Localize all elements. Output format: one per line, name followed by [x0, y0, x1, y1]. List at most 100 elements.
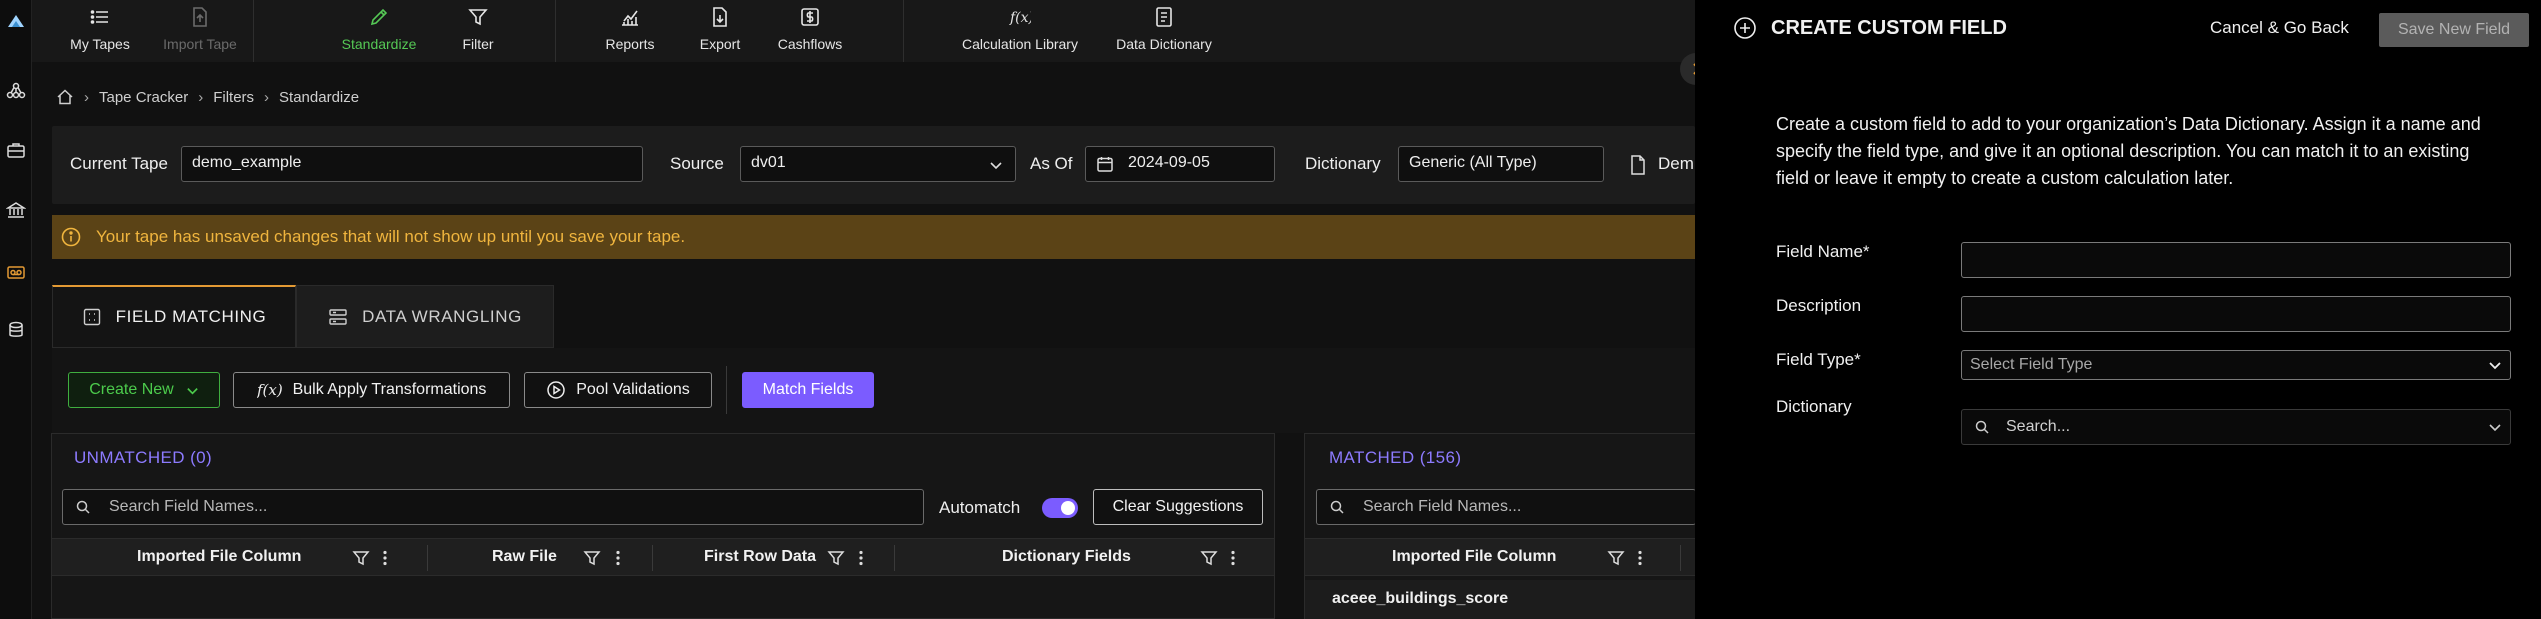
column-divider[interactable]	[894, 545, 895, 571]
import-tape-label: Import Tape	[163, 36, 237, 52]
matched-search-input[interactable]: Search Field Names...	[1316, 489, 1696, 525]
field-type-select[interactable]: Select Field Type	[1961, 350, 2511, 380]
left-rail	[0, 0, 32, 619]
breadcrumb: › Tape Cracker › Filters › Standardize	[56, 86, 359, 108]
drawer-description: Create a custom field to add to your org…	[1776, 114, 2481, 188]
column-first-row-data: First Row Data	[704, 548, 817, 565]
app-logo-icon[interactable]	[0, 6, 32, 36]
clear-suggestions-label: Clear Suggestions	[1112, 498, 1244, 515]
standardize-button[interactable]: Standardize	[324, 0, 434, 62]
filter-icon[interactable]	[1607, 549, 1625, 567]
my-tapes-label: My Tapes	[70, 36, 130, 52]
pencil-icon	[370, 8, 388, 26]
chevron-down-icon	[2489, 362, 2501, 370]
filter-icon[interactable]	[827, 549, 845, 567]
kebab-menu-icon[interactable]	[609, 549, 627, 567]
my-tapes-button[interactable]: My Tapes	[50, 0, 150, 62]
column-divider[interactable]	[1680, 545, 1681, 571]
breadcrumb-item-standardize: Standardize	[279, 88, 360, 106]
svg-text:f(x): f(x)	[1009, 10, 1031, 26]
tab-field-matching-label: FIELD MATCHING	[115, 307, 267, 326]
description-input[interactable]	[1961, 296, 2511, 332]
as-of-date-input[interactable]: 2024-09-05	[1085, 146, 1275, 182]
bulk-apply-label: Bulk Apply Transformations	[292, 381, 487, 398]
export-button[interactable]: Export	[680, 0, 760, 62]
calendar-icon	[1097, 157, 1113, 172]
tab-field-matching[interactable]: FIELD MATCHING	[52, 285, 296, 348]
plus-circle-icon	[1734, 17, 1756, 39]
data-dictionary-button[interactable]: Data Dictionary	[1104, 0, 1224, 62]
data-dictionary-label: Data Dictionary	[1116, 36, 1212, 52]
filter-icon[interactable]	[352, 549, 370, 567]
home-icon[interactable]	[56, 88, 74, 106]
bank-icon[interactable]	[0, 195, 32, 225]
database-icon[interactable]	[0, 315, 32, 345]
tab-bar: FIELD MATCHING DATA WRANGLING	[52, 285, 554, 348]
search-icon	[76, 500, 90, 514]
column-divider[interactable]	[652, 545, 653, 571]
book-icon	[1156, 7, 1172, 27]
chevron-right-icon: ›	[198, 88, 204, 106]
play-circle-icon	[547, 381, 565, 399]
tab-data-wrangling[interactable]: DATA WRANGLING	[296, 285, 554, 348]
clear-suggestions-button[interactable]: Clear Suggestions	[1093, 489, 1263, 525]
search-icon	[1975, 420, 1989, 434]
kebab-menu-icon[interactable]	[1631, 549, 1649, 567]
bulk-apply-transformations-button[interactable]: f(x) Bulk Apply Transformations	[233, 372, 510, 408]
cashflows-button[interactable]: Cashflows	[760, 0, 860, 62]
create-custom-field-drawer: CREATE CUSTOM FIELD Cancel & Go Back Sav…	[1695, 0, 2541, 619]
matched-title: MATCHED (156)	[1329, 448, 1462, 467]
rows-icon	[329, 308, 347, 325]
network-icon[interactable]	[0, 76, 32, 106]
kebab-menu-icon[interactable]	[376, 549, 394, 567]
kebab-menu-icon[interactable]	[852, 549, 870, 567]
drawer-title: CREATE CUSTOM FIELD	[1733, 16, 2007, 40]
unmatched-panel: UNMATCHED (0) Search Field Names... Auto…	[51, 433, 1275, 619]
warning-text: Your tape has unsaved changes that will …	[96, 227, 686, 246]
import-tape-button[interactable]: Import Tape	[150, 0, 250, 62]
document-icon[interactable]	[1628, 154, 1648, 176]
filter-icon[interactable]	[1200, 549, 1218, 567]
filter-button[interactable]: Filter	[438, 0, 518, 62]
file-upload-icon	[193, 7, 207, 27]
save-new-field-button[interactable]: Save New Field	[2379, 13, 2529, 47]
truncated-document-label[interactable]: Dem	[1658, 154, 1694, 174]
pool-validations-button[interactable]: Pool Validations	[524, 372, 712, 408]
dictionary-search-wrap: Search...	[1970, 418, 2070, 436]
calculation-library-button[interactable]: f(x) Calculation Library	[950, 0, 1090, 62]
actions-bar: Create New f(x) Bulk Apply Transformatio…	[52, 348, 1695, 433]
grid-icon	[83, 308, 100, 326]
drawer-title-text: CREATE CUSTOM FIELD	[1771, 16, 2007, 39]
function-icon: f(x)	[257, 381, 283, 399]
chart-icon	[622, 10, 638, 26]
briefcase-icon[interactable]	[0, 135, 32, 165]
automatch-toggle[interactable]	[1042, 498, 1078, 518]
unmatched-search-input[interactable]: Search Field Names...	[62, 489, 924, 525]
function-icon: f(x)	[1009, 10, 1031, 26]
field-name-input[interactable]	[1961, 242, 2511, 278]
field-type-placeholder: Select Field Type	[1970, 356, 2093, 373]
tape-icon[interactable]	[0, 257, 32, 287]
cashflows-label: Cashflows	[777, 36, 843, 52]
filter-icon[interactable]	[583, 549, 601, 567]
breadcrumb-item-filters[interactable]: Filters	[213, 89, 254, 106]
dictionary-search-select[interactable]: Search...	[1961, 409, 2511, 445]
dictionary-select[interactable]: Generic (All Type)	[1398, 146, 1604, 182]
chevron-right-icon: ›	[264, 88, 270, 106]
reports-button[interactable]: Reports	[590, 0, 670, 62]
breadcrumb-item-tape-cracker[interactable]: Tape Cracker	[99, 89, 188, 106]
create-new-label: Create New	[89, 381, 174, 398]
table-row[interactable]: aceee_buildings_score	[1305, 580, 1696, 619]
matched-search-placeholder: Search Field Names...	[1363, 498, 1522, 515]
column-divider[interactable]	[427, 545, 428, 571]
file-export-icon	[713, 7, 727, 27]
create-new-button[interactable]: Create New	[68, 372, 220, 408]
source-select[interactable]: dv01	[740, 146, 1016, 182]
kebab-menu-icon[interactable]	[1224, 549, 1242, 567]
unmatched-table-header: Imported File Column Raw File First Row …	[52, 538, 1274, 576]
current-tape-input[interactable]: demo_example	[181, 146, 643, 182]
top-toolbar: My Tapes Import Tape Standardize Filter …	[32, 0, 1695, 62]
cancel-go-back-button[interactable]: Cancel & Go Back	[2210, 18, 2349, 38]
match-fields-button[interactable]: Match Fields	[742, 372, 874, 408]
match-fields-label: Match Fields	[762, 381, 854, 398]
